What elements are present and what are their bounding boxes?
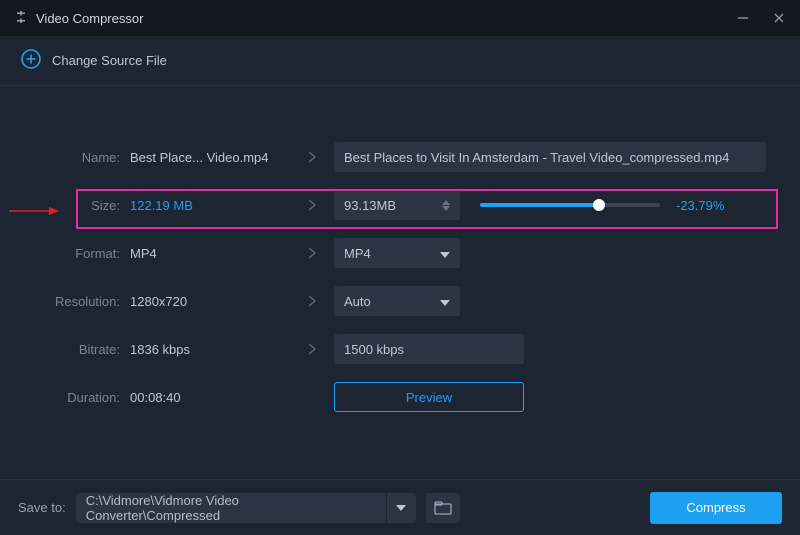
duration-value: 00:08:40 bbox=[130, 390, 290, 405]
arrow-annotation bbox=[9, 206, 59, 216]
size-percent: -23.79% bbox=[676, 198, 724, 213]
slider-thumb[interactable] bbox=[593, 199, 605, 211]
arrow-icon bbox=[290, 197, 334, 213]
row-bitrate: Bitrate: 1836 kbps 1500 kbps bbox=[0, 326, 800, 372]
change-source-label[interactable]: Change Source File bbox=[52, 53, 167, 68]
resolution-value: 1280x720 bbox=[130, 294, 290, 309]
name-label: Name: bbox=[0, 150, 130, 165]
footer: Save to: C:\Vidmore\Vidmore Video Conver… bbox=[0, 479, 800, 535]
arrow-icon bbox=[290, 245, 334, 261]
chevron-down-icon bbox=[440, 246, 450, 261]
titlebar: Video Compressor bbox=[0, 0, 800, 36]
arrow-icon bbox=[290, 149, 334, 165]
arrow-icon bbox=[290, 293, 334, 309]
save-to-label: Save to: bbox=[18, 500, 66, 515]
resolution-label: Resolution: bbox=[0, 294, 130, 309]
row-size: Size: 122.19 MB 93.13MB -23.79% bbox=[0, 182, 800, 228]
row-resolution: Resolution: 1280x720 Auto bbox=[0, 278, 800, 324]
bitrate-field[interactable]: 1500 kbps bbox=[334, 334, 524, 364]
row-name: Name: Best Place... Video.mp4 Best Place… bbox=[0, 134, 800, 180]
preview-button[interactable]: Preview bbox=[334, 382, 524, 412]
chevron-down-icon bbox=[396, 505, 406, 511]
app-title: Video Compressor bbox=[36, 11, 143, 26]
duration-label: Duration: bbox=[0, 390, 130, 405]
size-slider[interactable] bbox=[480, 203, 660, 207]
chevron-down-icon bbox=[440, 294, 450, 309]
format-select[interactable]: MP4 bbox=[334, 238, 460, 268]
compress-button[interactable]: Compress bbox=[650, 492, 782, 524]
output-size-field[interactable]: 93.13MB bbox=[334, 190, 460, 220]
size-value: 122.19 MB bbox=[130, 198, 290, 213]
close-button[interactable] bbox=[772, 11, 786, 25]
bitrate-label: Bitrate: bbox=[0, 342, 130, 357]
app-icon bbox=[14, 10, 28, 27]
open-folder-button[interactable] bbox=[426, 493, 460, 523]
format-label: Format: bbox=[0, 246, 130, 261]
row-duration: Duration: 00:08:40 Preview bbox=[0, 374, 800, 420]
name-value: Best Place... Video.mp4 bbox=[130, 150, 290, 165]
spinner-icon[interactable] bbox=[442, 200, 450, 211]
minimize-button[interactable] bbox=[736, 11, 750, 25]
arrow-icon bbox=[290, 341, 334, 357]
change-source-icon[interactable] bbox=[20, 48, 42, 73]
save-path-dropdown[interactable] bbox=[386, 493, 416, 523]
bitrate-value: 1836 kbps bbox=[130, 342, 290, 357]
row-format: Format: MP4 MP4 bbox=[0, 230, 800, 276]
resolution-select[interactable]: Auto bbox=[334, 286, 460, 316]
save-path-field[interactable]: C:\Vidmore\Vidmore Video Converter\Compr… bbox=[76, 493, 386, 523]
folder-icon bbox=[434, 501, 452, 515]
output-name-field[interactable]: Best Places to Visit In Amsterdam - Trav… bbox=[334, 142, 766, 172]
format-value: MP4 bbox=[130, 246, 290, 261]
